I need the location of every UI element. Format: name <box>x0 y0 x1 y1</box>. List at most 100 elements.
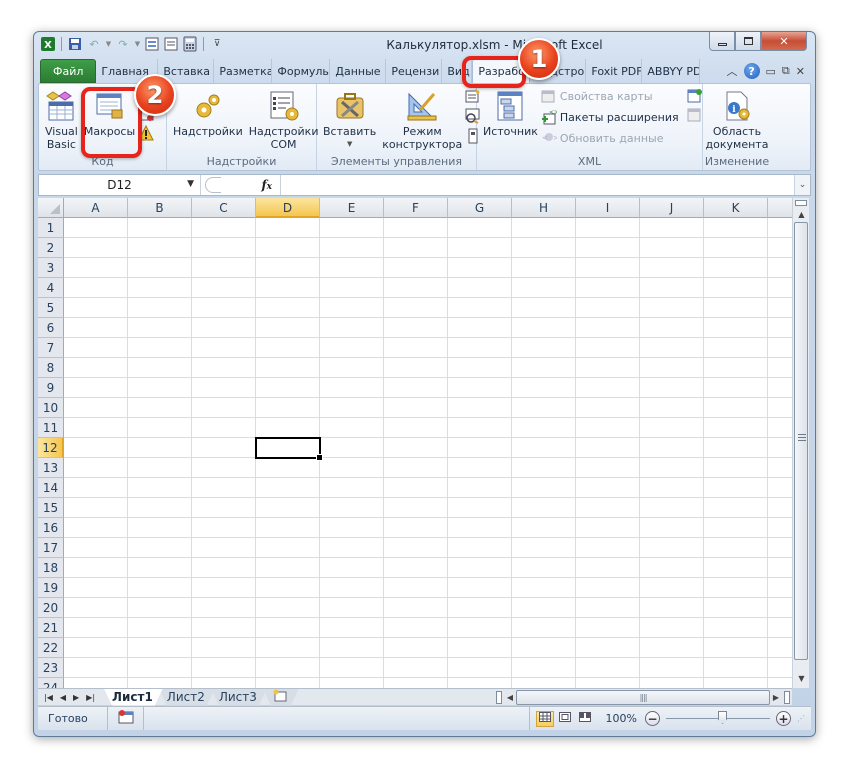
name-box[interactable]: D12 ▼ <box>39 175 201 195</box>
column-header-h[interactable]: H <box>512 198 576 218</box>
column-header-e[interactable]: E <box>320 198 384 218</box>
collapse-ribbon-icon[interactable]: ︿ <box>727 63 738 79</box>
expand-formula-bar-button[interactable]: ⌄ <box>794 175 810 195</box>
tab-split-box[interactable] <box>496 690 502 704</box>
scroll-left-icon[interactable]: ◀ <box>504 693 516 702</box>
column-header-c[interactable]: C <box>192 198 256 218</box>
sheet-tab[interactable]: Лист3 <box>211 689 267 706</box>
row-header-9[interactable]: 9 <box>38 378 64 398</box>
row-header-23[interactable]: 23 <box>38 658 64 678</box>
horizontal-scroll-thumb[interactable]: |||| <box>516 689 770 705</box>
doc-minimize-icon[interactable]: ▭ <box>766 65 776 78</box>
last-sheet-icon[interactable]: ▶| <box>86 693 95 702</box>
row-header-6[interactable]: 6 <box>38 318 64 338</box>
zoom-in-button[interactable]: + <box>776 711 791 726</box>
tab-abbyy-pdf[interactable]: ABBYY PD <box>642 59 701 83</box>
active-cell[interactable] <box>255 437 323 461</box>
row-header-15[interactable]: 15 <box>38 498 64 518</box>
maximize-button[interactable] <box>735 32 761 51</box>
fx-zone: fx <box>201 175 281 195</box>
tab-formulas[interactable]: Формулы <box>272 59 331 83</box>
worksheet-grid: ABCDEFGHIJK 1 2 3 4 5 6 7 8 9 10 11 12 13 14 15 16 17 18 1… <box>38 198 792 688</box>
zoom-out-button[interactable]: − <box>645 711 660 726</box>
column-header-b[interactable]: B <box>128 198 192 218</box>
row-header-2[interactable]: 2 <box>38 238 64 258</box>
zoom-level[interactable]: 100% <box>606 712 637 725</box>
column-header-partial[interactable] <box>768 198 792 218</box>
select-all-button[interactable] <box>38 198 64 218</box>
scroll-down-icon[interactable]: ▼ <box>793 672 810 686</box>
close-icon: ✕ <box>779 34 789 48</box>
formula-input[interactable] <box>281 175 794 195</box>
refresh-data-button[interactable]: < > Обновить данные <box>541 129 679 147</box>
insert-sheet-button[interactable] <box>263 689 299 706</box>
row-header-1[interactable]: 1 <box>38 218 64 238</box>
column-header-k[interactable]: K <box>704 198 768 218</box>
macro-record-button[interactable] <box>108 707 144 730</box>
row-header-3[interactable]: 3 <box>38 258 64 278</box>
page-break-view-button[interactable] <box>576 711 594 727</box>
tab-data[interactable]: Данные <box>330 59 387 83</box>
split-box[interactable] <box>784 690 790 704</box>
row-header-8[interactable]: 8 <box>38 358 64 378</box>
column-header-f[interactable]: F <box>384 198 448 218</box>
scroll-up-icon[interactable]: ▲ <box>793 208 810 222</box>
row-header-13[interactable]: 13 <box>38 458 64 478</box>
row-header-14[interactable]: 14 <box>38 478 64 498</box>
column-header-i[interactable]: I <box>576 198 640 218</box>
vertical-scroll-thumb[interactable] <box>794 222 808 660</box>
row-header-7[interactable]: 7 <box>38 338 64 358</box>
row-header-20[interactable]: 20 <box>38 598 64 618</box>
vertical-scrollbar[interactable]: ▲ ▼ <box>792 198 809 688</box>
row-header-19[interactable]: 19 <box>38 578 64 598</box>
export-icon[interactable] <box>687 107 703 123</box>
tab-foxit-pdf[interactable]: Foxit PDF <box>586 59 643 83</box>
resize-grip-icon[interactable]: ⋰ <box>797 714 811 723</box>
column-header-a[interactable]: A <box>64 198 128 218</box>
normal-view-button[interactable] <box>535 710 554 727</box>
row-header-5[interactable]: 5 <box>38 298 64 318</box>
doc-close-icon[interactable]: ✕ <box>796 65 805 78</box>
zoom-slider[interactable] <box>666 711 770 724</box>
row-header-21[interactable]: 21 <box>38 618 64 638</box>
new-sheet-icon <box>272 689 288 705</box>
row-header-4[interactable]: 4 <box>38 278 64 298</box>
expansion-packs-label: Пакеты расширения <box>559 110 679 124</box>
row-header-18[interactable]: 18 <box>38 558 64 578</box>
first-sheet-icon[interactable]: |◀ <box>44 693 53 702</box>
sheet-tab[interactable]: Лист2 <box>159 689 215 706</box>
formula-bar-handle[interactable] <box>205 177 221 193</box>
sheet-tab[interactable]: Лист1 <box>104 689 163 706</box>
split-box[interactable] <box>795 200 807 206</box>
page-layout-view-button[interactable] <box>556 711 574 727</box>
map-properties-button[interactable]: Свойства карты <box>541 87 679 105</box>
cells-area[interactable] <box>64 218 792 688</box>
row-header-22[interactable]: 22 <box>38 638 64 658</box>
scroll-right-icon[interactable]: ▶ <box>770 693 782 702</box>
insert-function-icon[interactable]: fx <box>261 178 272 192</box>
row-header-10[interactable]: 10 <box>38 398 64 418</box>
row-header-11[interactable]: 11 <box>38 418 64 438</box>
doc-restore-icon[interactable]: ⧉ <box>782 64 790 78</box>
zoom-slider-thumb[interactable] <box>718 711 727 724</box>
tab-review[interactable]: Рецензи <box>386 59 443 83</box>
row-header-16[interactable]: 16 <box>38 518 64 538</box>
row-header-24[interactable]: 24 <box>38 678 64 688</box>
minimize-button[interactable] <box>709 32 735 51</box>
tab-page-layout[interactable]: Разметка <box>214 59 273 83</box>
tab-file[interactable]: Файл <box>40 59 97 83</box>
column-header-j[interactable]: J <box>640 198 704 218</box>
column-header-d[interactable]: D <box>256 198 320 218</box>
import-icon[interactable] <box>687 88 703 104</box>
close-button[interactable]: ✕ <box>761 32 807 51</box>
row-header-12[interactable]: 12 <box>38 438 64 458</box>
horizontal-scrollbar[interactable]: ◀ |||| ▶ <box>494 688 792 705</box>
next-sheet-icon[interactable]: ▶ <box>73 693 79 702</box>
row-header-17[interactable]: 17 <box>38 538 64 558</box>
prev-sheet-icon[interactable]: ◀ <box>60 693 66 702</box>
chevron-down-icon[interactable]: ▼ <box>187 179 194 189</box>
map-properties-label: Свойства карты <box>559 89 653 103</box>
help-icon[interactable]: ? <box>743 63 760 79</box>
expansion-packs-button[interactable]: <> Пакеты расширения <box>541 108 679 126</box>
column-header-g[interactable]: G <box>448 198 512 218</box>
